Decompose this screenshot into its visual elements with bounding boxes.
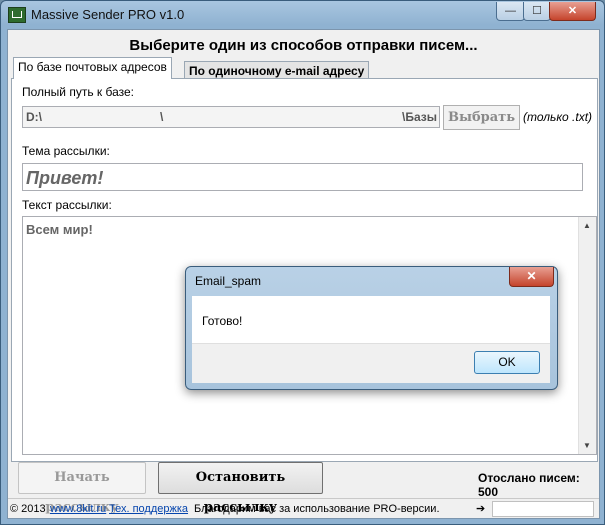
body-text: Всем мир! [26,222,93,237]
window-title: Massive Sender PRO v1.0 [31,7,185,22]
file-type-note: (только .txt) [523,110,593,124]
db-path-label: Полный путь к базе: [22,85,135,99]
db-path-field[interactable]: D:\ \ \Базы [22,106,440,128]
scroll-down-icon[interactable]: ▼ [583,441,591,450]
status-bar: © 2013 www.8kit.ru Тех. поддержка Благод… [8,498,599,519]
main-window: Massive Sender PRO v1.0 — ☐ ✕ Выберите о… [0,0,605,525]
subject-label: Тема рассылки: [22,144,110,158]
maximize-button[interactable]: ☐ [523,2,551,21]
dialog-footer: OK [192,343,550,383]
db-path-separator: \ [160,110,164,124]
status-field [492,501,594,517]
dialog-close-button[interactable]: ✕ [509,267,554,287]
arrow-icon: ➔ [476,503,486,515]
stop-sending-button[interactable]: Остановить рассылку [158,462,323,515]
dialog-message: Готово! [202,314,243,328]
dialog-title: Email_spam [195,274,262,288]
tab-by-database[interactable]: По базе почтовых адресов [13,57,172,79]
app-icon [8,7,26,23]
thanks-text: Благодарим вас за использование PRO-верс… [194,503,440,515]
vertical-scrollbar[interactable]: ▲ ▼ [578,217,596,454]
db-path-tail: \Базы [402,110,437,124]
page-title: Выберите один из способов отправки писем… [129,37,478,54]
choose-file-button[interactable]: Выбрать [443,105,520,130]
ok-button[interactable]: OK [474,351,540,374]
support-link[interactable]: Тех. поддержка [109,499,188,519]
db-path-drive: D:\ [26,110,42,124]
sent-count: Отослано писем: 500 [478,471,580,499]
subject-input[interactable]: Привет! [22,163,583,191]
copyright-text: © 2013 [10,503,46,515]
dialog-body: Готово! OK [192,296,550,383]
message-dialog: Email_spam ✕ Готово! OK [185,266,558,390]
body-label: Текст рассылки: [22,198,112,212]
close-button[interactable]: ✕ [549,2,596,21]
tab-single-email[interactable]: По одиночному e-mail адресу [184,61,370,79]
start-sending-button[interactable]: Начать рассылку [18,462,146,515]
minimize-button[interactable]: — [496,2,525,21]
site-link[interactable]: www.8kit.ru [50,499,106,519]
title-bar[interactable]: Massive Sender PRO v1.0 — ☐ ✕ [1,1,604,29]
scroll-up-icon[interactable]: ▲ [583,221,591,230]
